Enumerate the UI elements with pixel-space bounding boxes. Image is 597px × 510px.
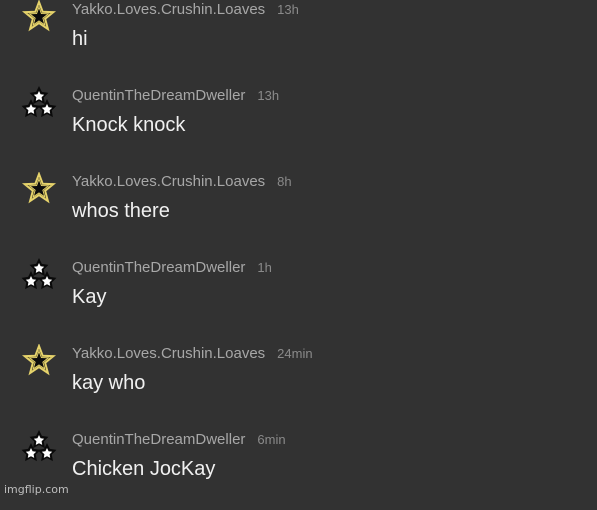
comment-text: whos there (72, 200, 170, 222)
three-stars-icon[interactable] (20, 430, 60, 470)
comment-text: kay who (72, 372, 146, 394)
comment-meta: Yakko.Loves.Crushin.Loaves 8h (72, 172, 292, 192)
comment-text: hi (72, 28, 88, 50)
comment-item: Yakko.Loves.Crushin.Loaves 13h hi (0, 0, 597, 80)
username-link[interactable]: QuentinTheDreamDweller (72, 259, 245, 276)
gold-star-icon[interactable] (20, 344, 60, 384)
comment-meta: Yakko.Loves.Crushin.Loaves 24min (72, 344, 313, 364)
gold-star-icon[interactable] (20, 0, 60, 40)
comment-item: Yakko.Loves.Crushin.Loaves 8h whos there (0, 172, 597, 252)
three-stars-icon[interactable] (20, 86, 60, 126)
comment-item: QuentinTheDreamDweller 13h Knock knock (0, 86, 597, 166)
timestamp: 8h (277, 174, 292, 189)
username-link[interactable]: Yakko.Loves.Crushin.Loaves (72, 1, 265, 18)
comment-text: Chicken JocKay (72, 458, 216, 480)
username-link[interactable]: QuentinTheDreamDweller (72, 431, 245, 448)
comment-item: Yakko.Loves.Crushin.Loaves 24min kay who (0, 344, 597, 424)
timestamp: 13h (277, 2, 299, 17)
comment-meta: QuentinTheDreamDweller 13h (72, 86, 279, 106)
gold-star-icon[interactable] (20, 172, 60, 212)
imgflip-watermark: imgflip.com (4, 483, 69, 496)
username-link[interactable]: QuentinTheDreamDweller (72, 87, 245, 104)
comment-meta: Yakko.Loves.Crushin.Loaves 13h (72, 0, 299, 20)
comment-meta: QuentinTheDreamDweller 1h (72, 258, 272, 278)
three-stars-icon[interactable] (20, 258, 60, 298)
timestamp: 6min (257, 432, 286, 447)
timestamp: 24min (277, 346, 313, 361)
username-link[interactable]: Yakko.Loves.Crushin.Loaves (72, 345, 265, 362)
username-link[interactable]: Yakko.Loves.Crushin.Loaves (72, 173, 265, 190)
comment-feed: Yakko.Loves.Crushin.Loaves 13h hi Quentin… (0, 0, 597, 499)
comment-item: QuentinTheDreamDweller 1h Kay (0, 258, 597, 338)
timestamp: 13h (257, 88, 280, 103)
comment-item: QuentinTheDreamDweller 6min Chicken JocKa… (0, 430, 597, 510)
timestamp: 1h (257, 260, 272, 275)
comment-text: Kay (72, 286, 107, 308)
comment-text: Knock knock (72, 114, 186, 136)
comment-meta: QuentinTheDreamDweller 6min (72, 430, 286, 450)
